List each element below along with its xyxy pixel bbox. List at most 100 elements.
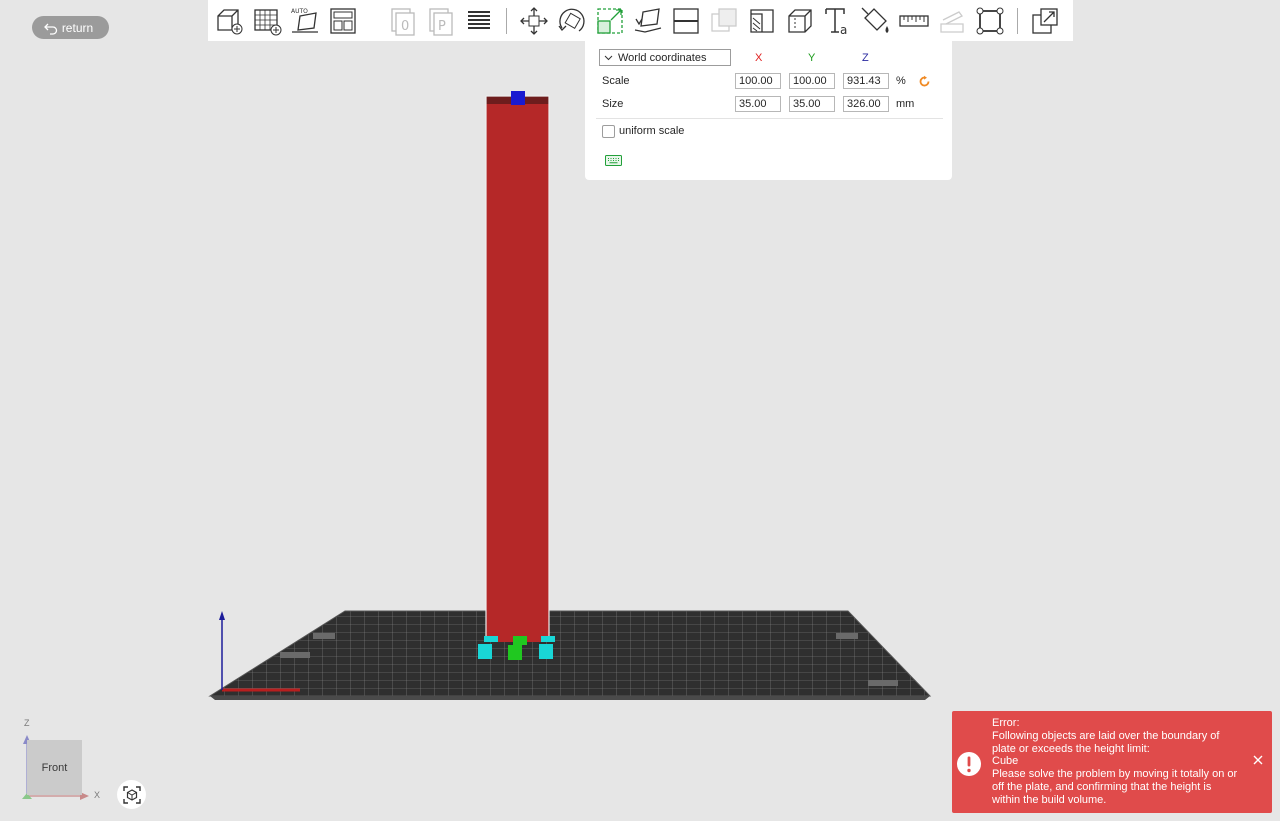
- corner-scale-handle[interactable]: [478, 644, 492, 659]
- keyboard-icon[interactable]: [605, 155, 622, 166]
- x-axis-label: X: [94, 790, 101, 800]
- size-label: Size: [602, 98, 624, 110]
- panel-divider: [596, 118, 943, 119]
- axis-y-header: Y: [808, 52, 816, 64]
- add-object-icon: [217, 8, 243, 34]
- size-z-field[interactable]: 326.00: [843, 96, 889, 112]
- seam-paint-button[interactable]: [781, 2, 819, 40]
- paste-object-icon: P: [429, 7, 453, 36]
- support-paint-icon: [750, 8, 774, 33]
- error-line: Please solve the problem by moving it to…: [992, 768, 1238, 806]
- reset-scale-icon[interactable]: [918, 75, 931, 88]
- scale-button[interactable]: [591, 2, 629, 40]
- cut-icon: [673, 7, 699, 34]
- size-y-field[interactable]: 35.00: [789, 96, 835, 112]
- error-line: Following objects are laid over the boun…: [992, 729, 1220, 755]
- axis-x-header: X: [755, 52, 763, 64]
- split-button[interactable]: [1026, 2, 1064, 40]
- svg-text:P: P: [438, 19, 446, 34]
- uniform-scale-checkbox[interactable]: [602, 125, 615, 138]
- build-plate: [208, 610, 932, 697]
- size-x-field[interactable]: 35.00: [735, 96, 781, 112]
- color-paint-icon: [861, 7, 889, 33]
- boolean-button[interactable]: [705, 2, 743, 40]
- bed-marker: [313, 633, 335, 639]
- fit-button[interactable]: [971, 2, 1009, 40]
- scale-x-field[interactable]: 100.00: [735, 73, 781, 89]
- svg-text:0: 0: [401, 19, 409, 34]
- assembly-button[interactable]: [933, 2, 971, 40]
- error-object-name: Cube: [992, 755, 1019, 768]
- y-scale-handle[interactable]: [508, 645, 522, 660]
- rotate-button[interactable]: [553, 2, 591, 40]
- split-icon: [1032, 7, 1058, 34]
- arrange-icon: [330, 7, 356, 34]
- coordinate-mode-select[interactable]: World coordinates: [599, 49, 731, 66]
- measure-icon: [899, 14, 929, 27]
- error-title: Error:: [992, 717, 1020, 729]
- z-scale-handle[interactable]: [511, 91, 525, 105]
- boolean-icon: [711, 7, 737, 32]
- z-axis-label: Z: [24, 718, 30, 728]
- z-axis-arrow: [219, 611, 225, 620]
- paste-object-button[interactable]: P: [422, 2, 460, 40]
- y-scale-handle[interactable]: [513, 636, 527, 645]
- move-button[interactable]: [515, 2, 553, 40]
- seam-paint-icon: [788, 8, 812, 33]
- fit-icon: [976, 7, 1004, 34]
- error-notification: Error: Following objects are laid over t…: [952, 711, 1272, 813]
- toolbar-separator: [506, 7, 507, 34]
- axis-z-header: Z: [862, 52, 869, 64]
- scale-label: Scale: [602, 75, 630, 87]
- rotate-icon: [558, 8, 585, 32]
- lay-on-face-button[interactable]: [629, 2, 667, 40]
- bed-marker: [280, 652, 310, 658]
- auto-orient-button[interactable]: AUTO: [286, 2, 324, 40]
- undo-arrow-icon: [43, 23, 57, 35]
- close-icon[interactable]: [1252, 754, 1264, 766]
- assembly-icon: [940, 10, 964, 33]
- top-toolbar: AUTO 0 P a: [208, 0, 1073, 41]
- scale-y-field[interactable]: 100.00: [789, 73, 835, 89]
- cut-button[interactable]: [667, 2, 705, 40]
- toolbar-separator: [1017, 7, 1018, 34]
- move-icon: [520, 6, 548, 35]
- plate-edge: [210, 696, 930, 700]
- scale-panel: World coordinates X Y Z Scale 100.00 100…: [585, 41, 952, 180]
- corner-scale-handle[interactable]: [541, 636, 555, 642]
- svg-text:a: a: [840, 23, 847, 37]
- measure-button[interactable]: [895, 2, 933, 40]
- cube-object[interactable]: [486, 96, 549, 642]
- add-plate-icon: [254, 8, 282, 35]
- add-plate-button[interactable]: [248, 2, 286, 40]
- return-button[interactable]: return: [32, 16, 109, 39]
- corner-scale-handle[interactable]: [484, 636, 498, 642]
- error-icon: [957, 752, 981, 776]
- uniform-scale-label: uniform scale: [619, 125, 685, 137]
- arrange-button[interactable]: [324, 2, 362, 40]
- copy-object-icon: 0: [391, 7, 415, 36]
- text-icon: a: [825, 7, 847, 37]
- bed-marker: [868, 680, 898, 686]
- auto-orient-icon: AUTO: [291, 8, 318, 33]
- return-label: return: [61, 20, 94, 35]
- zoom-fit-icon: [122, 785, 141, 804]
- chevron-down-icon: [604, 55, 613, 61]
- size-unit: mm: [896, 98, 915, 110]
- coordinate-mode-value: World coordinates: [618, 51, 707, 64]
- add-object-button[interactable]: [210, 2, 248, 40]
- copy-object-button[interactable]: 0: [384, 2, 422, 40]
- scale-icon: [597, 7, 623, 34]
- error-message: Error: Following objects are laid over t…: [992, 717, 1242, 807]
- layers-button[interactable]: [460, 2, 498, 40]
- svg-text:AUTO: AUTO: [291, 8, 308, 15]
- view-cube-front[interactable]: Front: [27, 740, 82, 795]
- scale-unit: %: [896, 75, 906, 87]
- zoom-to-fit-button[interactable]: [117, 780, 146, 809]
- corner-scale-handle[interactable]: [539, 644, 553, 659]
- lay-on-face-icon: [634, 7, 662, 33]
- support-paint-button[interactable]: [743, 2, 781, 40]
- text-button[interactable]: a: [819, 2, 857, 40]
- color-paint-button[interactable]: [857, 2, 895, 40]
- scale-z-field[interactable]: 931.43: [843, 73, 889, 89]
